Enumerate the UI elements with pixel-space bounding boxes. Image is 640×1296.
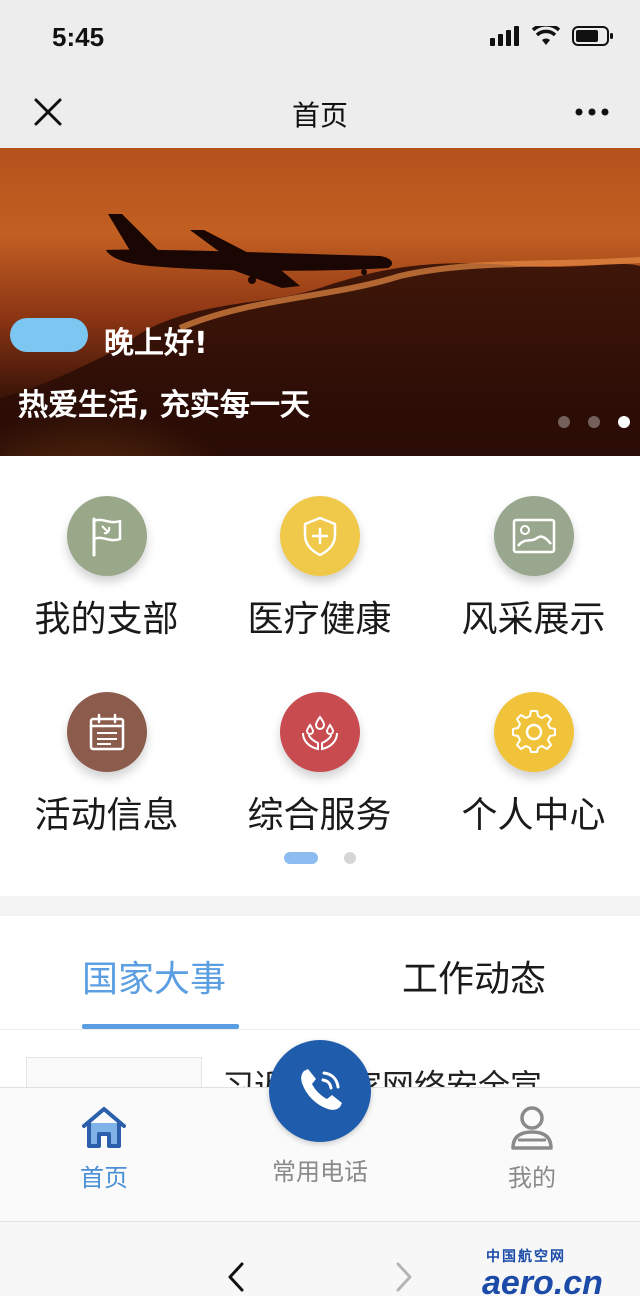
tab-work-updates[interactable]: 工作动态 — [402, 950, 546, 1002]
status-bar: 5:45 — [0, 0, 640, 78]
grid-label: 医疗健康 — [247, 599, 392, 640]
browser-toolbar: 中国航空网 aero.cn — [0, 1221, 640, 1296]
tabbar-mine-label: 我的 — [508, 1164, 556, 1192]
grid-label: 我的支部 — [34, 599, 179, 640]
greeting-text: 晚上好! — [104, 326, 208, 361]
watermark-en: aero.cn — [482, 1264, 603, 1296]
function-grid: 我的支部 医疗健康 风采展示 活动信息 综合服务 个人中心 — [0, 456, 640, 896]
news-thumbnail — [26, 1057, 202, 1087]
user-icon — [511, 1106, 553, 1150]
grid-item-activities[interactable]: 活动信息 — [0, 692, 213, 838]
grid-label: 个人中心 — [461, 795, 606, 836]
hands-drops-icon — [279, 692, 360, 772]
tabbar-mine[interactable]: 我的 — [472, 1104, 592, 1193]
grid-item-my-branch[interactable]: 我的支部 — [0, 496, 213, 642]
wifi-icon — [532, 26, 560, 45]
phone-icon — [301, 1069, 342, 1110]
home-icon — [82, 1107, 126, 1148]
page-dot-active — [284, 852, 318, 864]
phone-button-label[interactable]: 常用电话 — [220, 1152, 420, 1187]
section-divider — [0, 896, 640, 916]
carousel-indicator — [558, 416, 630, 428]
tabbar-home[interactable]: 首页 — [44, 1104, 164, 1193]
nav-bar: 首页 — [0, 78, 640, 148]
grid-label: 综合服务 — [247, 795, 392, 836]
calendar-icon — [66, 692, 147, 772]
status-time: 5:45 — [52, 22, 105, 52]
slogan-text: 热爱生活, 充实每一天 — [18, 388, 310, 423]
aero-watermark-logo: 中国航空网 aero.cn — [482, 1246, 634, 1296]
phone-button[interactable] — [269, 1040, 371, 1142]
grid-item-personal-center[interactable]: 个人中心 — [427, 692, 640, 838]
more-icon[interactable] — [574, 106, 610, 118]
party-flag-icon — [66, 496, 147, 576]
username-redacted — [10, 318, 88, 352]
airplane-icon — [106, 214, 393, 288]
tab-active-underline — [82, 1024, 239, 1029]
status-icons — [490, 26, 614, 46]
fingerprint-icon — [27, 1058, 203, 1087]
grid-item-showcase[interactable]: 风采展示 — [427, 496, 640, 642]
carousel-dot-active — [618, 416, 630, 428]
forward-arrow-icon[interactable] — [390, 1260, 418, 1294]
grid-label: 风采展示 — [461, 599, 606, 640]
grid-item-services[interactable]: 综合服务 — [213, 692, 426, 838]
grid-item-medical-health[interactable]: 医疗健康 — [213, 496, 426, 642]
grid-label: 活动信息 — [34, 795, 179, 836]
banner-carousel[interactable]: 晚上好! 热爱生活, 充实每一天 — [0, 148, 640, 456]
gear-icon — [493, 692, 574, 772]
page-title: 首页 — [291, 99, 348, 132]
news-tabs: 国家大事 工作动态 — [0, 916, 640, 1030]
watermark-cn: 中国航空网 — [486, 1249, 566, 1265]
battery-icon — [572, 26, 613, 46]
tab-national-affairs[interactable]: 国家大事 — [82, 950, 226, 1002]
medical-shield-icon — [279, 496, 360, 576]
carousel-dot — [588, 416, 600, 428]
tabbar-home-label: 首页 — [80, 1164, 128, 1192]
cellular-signal-icon — [490, 26, 519, 46]
back-arrow-icon[interactable] — [222, 1260, 250, 1294]
page-dot — [344, 852, 356, 864]
image-gallery-icon — [493, 496, 574, 576]
carousel-dot — [558, 416, 570, 428]
grid-page-indicator — [0, 852, 640, 864]
